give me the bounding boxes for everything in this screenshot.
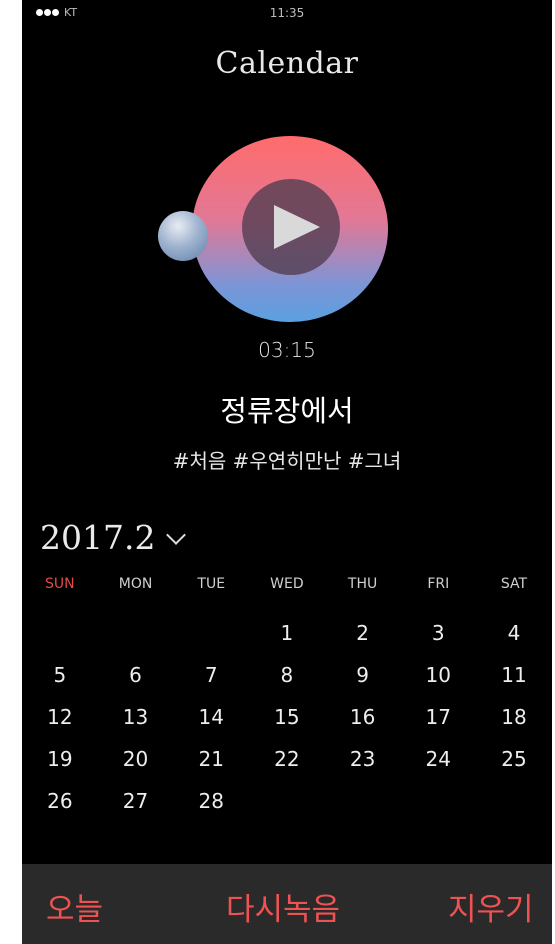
calendar-day[interactable]: 28 <box>173 789 249 813</box>
weekday-sun: SUN <box>45 576 75 592</box>
calendar-day[interactable]: 5 <box>22 663 98 687</box>
weekday-tue: TUE <box>197 576 226 592</box>
calendar-day[interactable]: 1 <box>249 621 325 645</box>
calendar-grid: SUN MON TUE WED THU FRI SAT 1 2 3 4 5 6 … <box>22 572 552 822</box>
calendar-day[interactable]: 2 <box>325 621 401 645</box>
song-title: 정류장에서 <box>220 394 354 428</box>
duration-label: 03:15 <box>258 338 316 362</box>
status-time: 11:35 <box>269 6 305 20</box>
calendar-day[interactable]: 7 <box>173 663 249 687</box>
calendar-day[interactable]: 17 <box>400 705 476 729</box>
calendar-day[interactable]: 12 <box>22 705 98 729</box>
weekday-header: SUN MON TUE WED THU FRI SAT <box>22 572 552 596</box>
calendar-day[interactable]: 20 <box>98 747 174 771</box>
weekday-thu: THU <box>347 576 378 592</box>
calendar-day[interactable]: 6 <box>98 663 174 687</box>
bottom-action-bar: 오늘 다시녹음 지우기 <box>22 864 552 944</box>
today-button[interactable]: 오늘 <box>46 884 103 929</box>
calendar-day[interactable]: 8 <box>249 663 325 687</box>
status-bar: KT 11:35 <box>22 4 552 22</box>
chevron-down-icon[interactable] <box>166 524 187 545</box>
weekday-sat: SAT <box>500 576 528 592</box>
calendar-day[interactable]: 23 <box>325 747 401 771</box>
calendar-week: 1 2 3 4 <box>22 612 552 654</box>
phone-screen: KT 11:35 Calendar 03:15 정류장에서 #처음 #우연히만난… <box>22 0 552 944</box>
page-title: Calendar <box>215 46 359 81</box>
calendar-week: 19 20 21 22 23 24 25 <box>22 738 552 780</box>
calendar-day[interactable]: 16 <box>325 705 401 729</box>
calendar-day[interactable]: 24 <box>400 747 476 771</box>
calendar-day[interactable]: 3 <box>400 621 476 645</box>
calendar-week: 26 27 28 <box>22 780 552 822</box>
calendar-week: 5 6 7 8 9 10 11 <box>22 654 552 696</box>
calendar-day[interactable]: 22 <box>249 747 325 771</box>
calendar-day[interactable]: 21 <box>173 747 249 771</box>
calendar-day[interactable]: 9 <box>325 663 401 687</box>
calendar-day[interactable]: 19 <box>22 747 98 771</box>
calendar-week: 12 13 14 15 16 17 18 <box>22 696 552 738</box>
calendar-day[interactable]: 15 <box>249 705 325 729</box>
calendar-day[interactable]: 10 <box>400 663 476 687</box>
calendar-day[interactable]: 18 <box>476 705 552 729</box>
month-selector[interactable]: 2017.2 <box>40 518 187 557</box>
calendar-day[interactable]: 26 <box>22 789 98 813</box>
play-icon[interactable] <box>274 205 320 249</box>
calendar-day[interactable]: 11 <box>476 663 552 687</box>
scrubber-knob[interactable] <box>158 211 208 261</box>
delete-button[interactable]: 지우기 <box>448 884 534 929</box>
calendar-day[interactable]: 14 <box>173 705 249 729</box>
rerecord-button[interactable]: 다시녹음 <box>226 884 340 929</box>
calendar-day[interactable]: 27 <box>98 789 174 813</box>
weekday-mon: MON <box>118 576 153 592</box>
calendar-day[interactable]: 4 <box>476 621 552 645</box>
weekday-fri: FRI <box>427 576 450 592</box>
calendar-day[interactable]: 25 <box>476 747 552 771</box>
weekday-wed: WED <box>270 576 304 592</box>
calendar-day[interactable]: 13 <box>98 705 174 729</box>
tags-label: #처음 #우연히만난 #그녀 <box>172 449 402 473</box>
month-label: 2017.2 <box>40 518 156 557</box>
